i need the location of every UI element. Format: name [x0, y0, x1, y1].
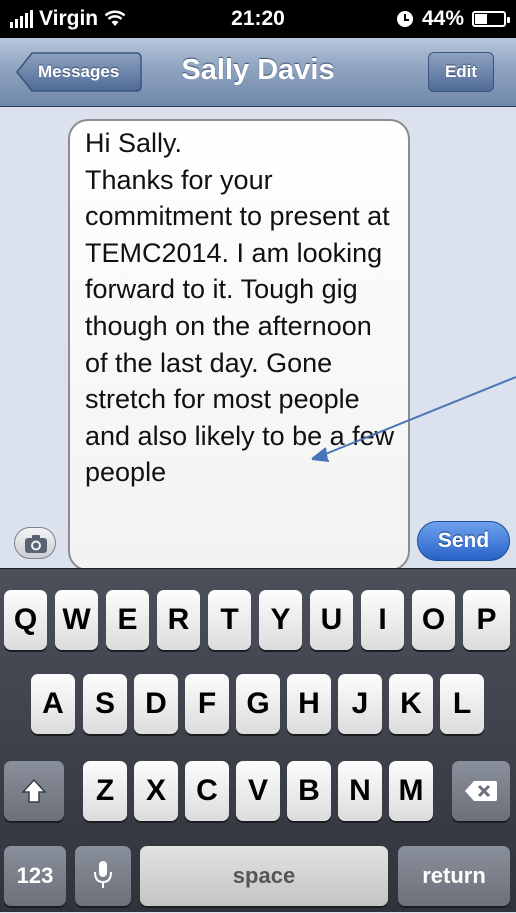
message-area[interactable]: Hi Sally. Thanks for your commitment to … — [0, 107, 516, 568]
key-t[interactable]: T — [208, 590, 251, 650]
rotation-lock-icon — [396, 11, 413, 27]
keyboard: Q W E R T Y U I O P A S D F G H J K L Z … — [0, 568, 516, 912]
delete-key[interactable] — [452, 761, 510, 821]
key-w[interactable]: W — [55, 590, 98, 650]
key-u[interactable]: U — [310, 590, 353, 650]
camera-icon — [25, 535, 47, 553]
key-v[interactable]: V — [236, 761, 280, 821]
key-y[interactable]: Y — [259, 590, 302, 650]
annotation-arrow — [311, 376, 516, 462]
navigation-bar: Messages Sally Davis Edit — [0, 38, 516, 107]
key-q[interactable]: Q — [4, 590, 47, 650]
key-i[interactable]: I — [361, 590, 404, 650]
key-h[interactable]: H — [287, 674, 331, 734]
key-k[interactable]: K — [389, 674, 433, 734]
key-d[interactable]: D — [134, 674, 178, 734]
status-bar: Virgin 21:20 44% — [0, 0, 516, 38]
key-c[interactable]: C — [185, 761, 229, 821]
battery-icon — [472, 11, 510, 27]
battery-percent: 44% — [421, 7, 464, 30]
numbers-key[interactable]: 123 — [4, 846, 66, 906]
key-s[interactable]: S — [83, 674, 127, 734]
key-x[interactable]: X — [134, 761, 178, 821]
key-r[interactable]: R — [157, 590, 200, 650]
shift-key[interactable] — [4, 761, 64, 821]
key-m[interactable]: M — [389, 761, 433, 821]
key-o[interactable]: O — [412, 590, 455, 650]
key-b[interactable]: B — [287, 761, 331, 821]
key-n[interactable]: N — [338, 761, 382, 821]
key-j[interactable]: J — [338, 674, 382, 734]
dictation-key[interactable] — [75, 846, 131, 906]
key-z[interactable]: Z — [83, 761, 127, 821]
key-e[interactable]: E — [106, 590, 149, 650]
return-key[interactable]: return — [398, 846, 510, 906]
space-key[interactable]: space — [140, 846, 388, 906]
microphone-icon — [94, 861, 112, 888]
key-f[interactable]: F — [185, 674, 229, 734]
key-g[interactable]: G — [236, 674, 280, 734]
edit-button[interactable]: Edit — [428, 52, 494, 92]
shift-icon — [21, 778, 47, 803]
send-button[interactable]: Send — [417, 521, 510, 561]
key-p[interactable]: P — [463, 590, 510, 650]
battery-group: 44% — [396, 7, 510, 31]
backspace-icon — [465, 781, 497, 801]
key-a[interactable]: A — [31, 674, 75, 734]
key-l[interactable]: L — [440, 674, 484, 734]
camera-button[interactable] — [14, 527, 56, 559]
